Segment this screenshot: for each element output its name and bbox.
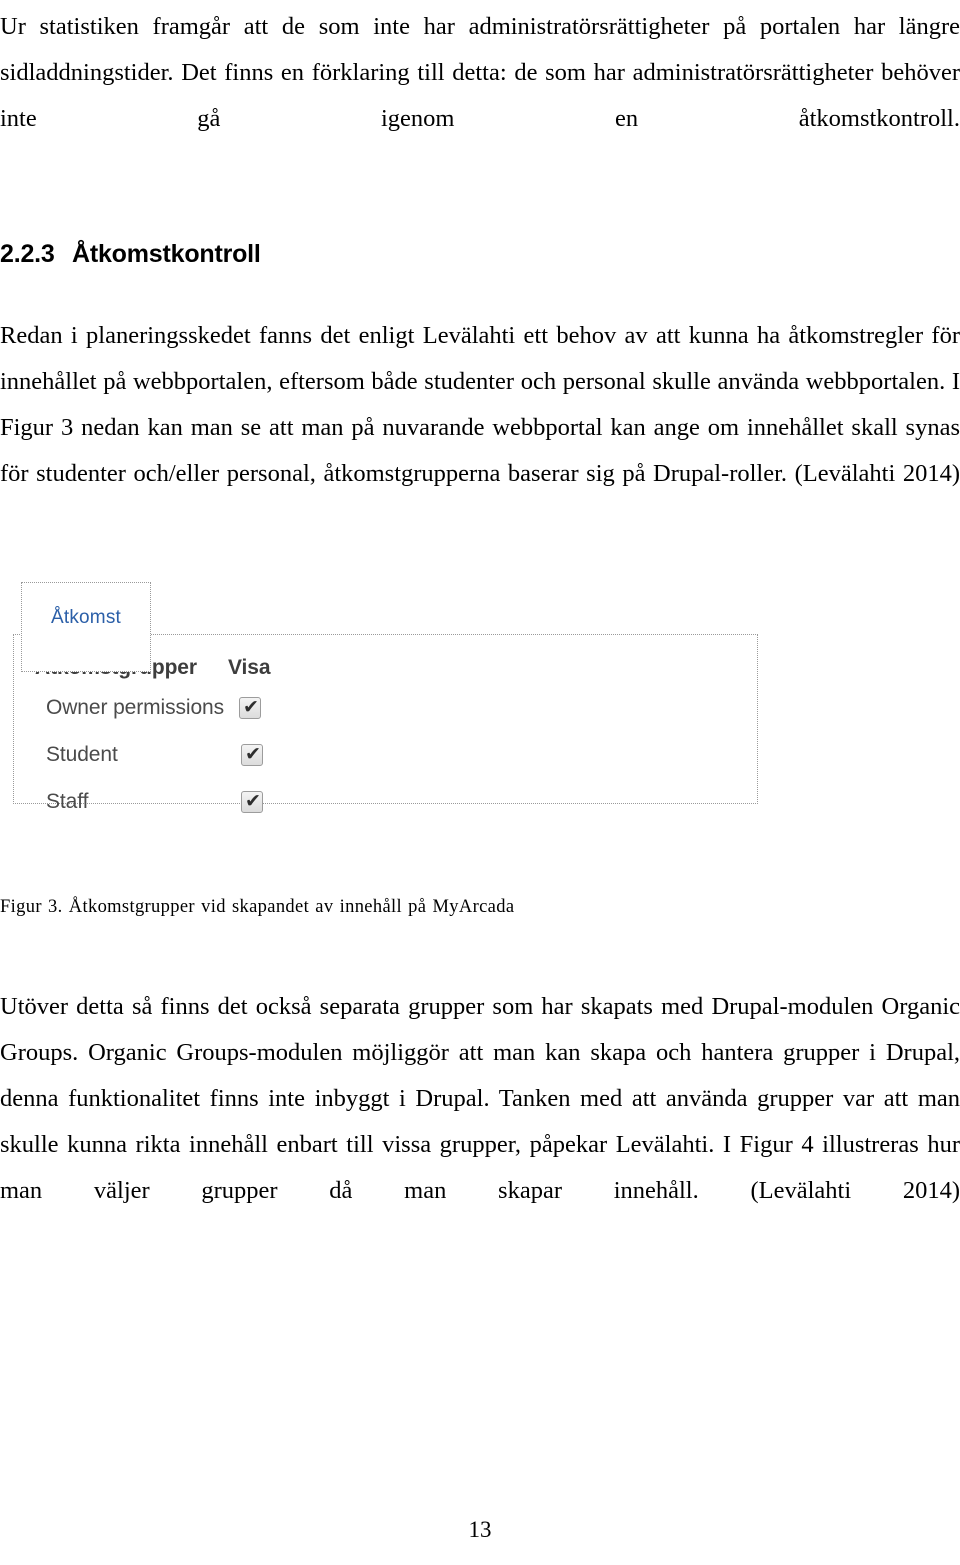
tab-atkomst[interactable]: Åtkomst	[21, 582, 151, 672]
tab-atkomst-label: Åtkomst	[50, 607, 122, 628]
access-group-label: Student	[46, 743, 118, 766]
access-group-label: Owner permissions	[46, 696, 225, 719]
figure-caption: Figur 3. Åtkomstgrupper vid skapandet av…	[0, 897, 515, 917]
access-group-label: Staff	[46, 790, 89, 813]
figure-3: Åtkomst Åtkomstgrupper Visa Owner permis…	[0, 573, 960, 873]
paragraph-redan: Redan i planeringsskedet fanns det enlig…	[0, 322, 960, 487]
access-group-row: Staff ✔	[13, 790, 758, 836]
page-content: Ur statistiken framgår att de som inte h…	[0, 0, 960, 1260]
access-group-row: Owner permissions ✔	[13, 696, 758, 742]
column-header-visible: Visa	[228, 656, 271, 679]
paragraph-utover: Utöver detta så finns det också separata…	[0, 993, 960, 1204]
visibility-checkbox[interactable]: ✔	[241, 790, 263, 813]
visibility-checkbox[interactable]: ✔	[239, 696, 261, 719]
access-fieldset: Åtkomst Åtkomstgrupper Visa Owner permis…	[13, 582, 758, 813]
section-number: 2.2.3	[0, 240, 55, 268]
page-number: 13	[468, 1517, 492, 1542]
section-title: Åtkomstkontroll	[72, 240, 261, 268]
paragraph-intro: Ur statistiken framgår att de som inte h…	[0, 13, 960, 132]
document-page: Ur statistiken framgår att de som inte h…	[0, 0, 960, 1565]
visibility-checkbox[interactable]: ✔	[241, 743, 263, 766]
section-heading-223: 2.2.3 Åtkomstkontroll	[0, 240, 960, 269]
check-icon: ✔	[245, 790, 261, 812]
check-icon: ✔	[243, 696, 259, 718]
access-group-row: Student ✔	[13, 743, 758, 789]
check-icon: ✔	[245, 743, 261, 765]
